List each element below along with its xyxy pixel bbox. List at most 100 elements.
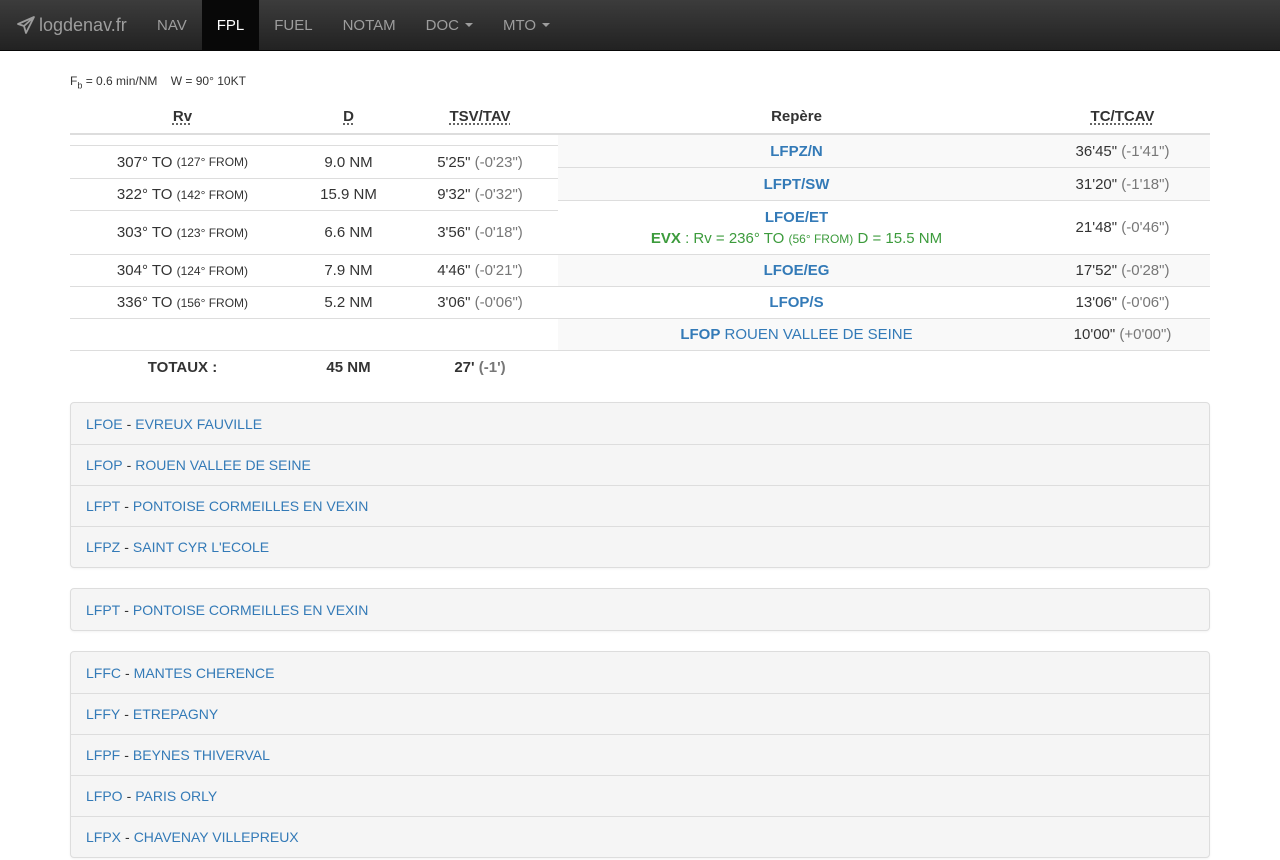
airport-item[interactable]: LFPO - PARIS ORLY xyxy=(71,775,1209,816)
nav-tab-label: FUEL xyxy=(274,16,313,34)
airport-name-link[interactable]: MANTES CHERENCE xyxy=(134,665,275,681)
vor-radial: : Rv = 236° TO xyxy=(680,229,789,247)
nav-tab-fuel[interactable]: FUEL xyxy=(259,0,327,50)
airport-name-link[interactable]: ROUEN VALLEE DE SEINE xyxy=(135,457,311,473)
nav-tab-label: FPL xyxy=(216,16,245,34)
legs-table-header: Rv D TSV/TAV xyxy=(70,100,558,135)
leg-row: 303° TO (123° FROM) 6.6 NM 3'56" (-0'18"… xyxy=(70,210,558,254)
waypoint-cell: LFPZ/N xyxy=(558,135,1035,167)
airport-item[interactable]: LFOP - ROUEN VALLEE DE SEINE xyxy=(71,444,1209,485)
waypoint-row: LFPT/SW 31'20" (-1'18") xyxy=(558,167,1210,200)
nav-tab-fpl[interactable]: FPL xyxy=(201,0,260,50)
waypoint-row: LFOE/EG 17'52" (-0'28") xyxy=(558,254,1210,286)
waypoints-table-header: Repère TC/TCAV xyxy=(558,100,1210,135)
nav-tab-label: DOC xyxy=(425,16,459,34)
vor-info: EVX : Rv = 236° TO (56° FROM) D = 15.5 N… xyxy=(651,230,942,247)
airport-name-link[interactable]: SAINT CYR L'ECOLE xyxy=(133,539,269,555)
nav-dropdown-mto[interactable]: MTO xyxy=(488,0,565,50)
airport-code-link[interactable]: LFOE xyxy=(86,416,123,432)
airport-code-link[interactable]: LFPT xyxy=(86,602,120,618)
airport-code-link[interactable]: LFFY xyxy=(86,706,120,722)
vor-id: EVX xyxy=(650,229,681,247)
tcav-value: (-1'41") xyxy=(1121,142,1170,160)
waypoint-row: LFPZ/N 36'45" (-1'41") xyxy=(558,134,1210,167)
nav-tab-notam[interactable]: NOTAM xyxy=(328,0,411,50)
rv-value: 303° TO xyxy=(116,224,173,241)
waypoint-link[interactable]: LFPZ/N xyxy=(770,143,823,160)
leg-distance: 6.6 NM xyxy=(324,224,373,241)
airport-item[interactable]: LFFC - MANTES CHERENCE xyxy=(71,652,1209,693)
leg-row-empty xyxy=(70,318,558,350)
airport-name-link[interactable]: PARIS ORLY xyxy=(135,788,217,804)
separator: - xyxy=(126,788,132,804)
separator: - xyxy=(124,706,129,722)
tc-value: 21'48" xyxy=(1075,219,1118,236)
tsv-value: 4'46" xyxy=(437,262,471,279)
airport-code-link[interactable]: LFPZ xyxy=(86,539,120,555)
brand-label: logdenav.fr xyxy=(39,14,127,35)
waypoint-link[interactable]: LFOE/ET xyxy=(765,209,828,226)
airport-code-link[interactable]: LFPX xyxy=(86,829,121,845)
totals-tsv: 27' xyxy=(454,359,475,376)
airport-code-link[interactable]: LFPO xyxy=(86,788,123,804)
totals-time: 27' (-1') xyxy=(402,351,558,384)
rv-value: 336° TO xyxy=(116,294,173,311)
airport-item[interactable]: LFPT - PONTOISE CORMEILLES EN VEXIN xyxy=(71,589,1209,630)
table-divider xyxy=(558,350,1210,351)
airport-name-link[interactable]: PONTOISE CORMEILLES EN VEXIN xyxy=(133,498,368,514)
waypoint-row-arrival: LFOP ROUEN VALLEE DE SEINE 10'00" (+0'00… xyxy=(558,318,1210,350)
airport-code-link[interactable]: LFPF xyxy=(86,747,120,763)
tc-value: 13'06" xyxy=(1075,294,1118,311)
waypoint-time: 36'45" (-1'41") xyxy=(1035,135,1210,167)
tc-value: 10'00" xyxy=(1073,326,1116,343)
separator: - xyxy=(126,415,132,432)
waypoint-row: LFOP/S 13'06" (-0'06") xyxy=(558,286,1210,318)
waypoint-name-link[interactable]: ROUEN VALLEE DE SEINE xyxy=(725,326,913,343)
tav-value: (-0'21") xyxy=(474,262,523,279)
rv-from: (142° FROM) xyxy=(176,187,249,202)
airport-code-link[interactable]: LFFC xyxy=(86,665,121,681)
airport-item[interactable]: LFPZ - SAINT CYR L'ECOLE xyxy=(71,526,1209,567)
waypoint-link[interactable]: LFOP xyxy=(680,326,720,343)
waypoint-row: LFOE/ET EVX : Rv = 236° TO (56° FROM) D … xyxy=(558,200,1210,254)
tc-value: 17'52" xyxy=(1075,262,1118,279)
airport-name-link[interactable]: ETREPAGNY xyxy=(133,706,218,722)
leg-row: 307° TO (127° FROM) 9.0 NM 5'25" (-0'23"… xyxy=(70,145,558,178)
airport-item[interactable]: LFPT - PONTOISE CORMEILLES EN VEXIN xyxy=(71,485,1209,526)
totals-label: TOTAUX : xyxy=(147,359,218,376)
tcav-value: (-0'28") xyxy=(1121,262,1170,279)
waypoint-time: 17'52" (-0'28") xyxy=(1035,255,1210,286)
airport-code-link[interactable]: LFPT xyxy=(86,498,120,514)
waypoint-cell: LFPT/SW xyxy=(558,168,1035,200)
nav-tab-label: MTO xyxy=(503,16,537,34)
airport-name-link[interactable]: EVREUX FAUVILLE xyxy=(135,416,262,432)
wind-param: W = 90° 10KT xyxy=(170,74,246,88)
airport-item[interactable]: LFFY - ETREPAGNY xyxy=(71,693,1209,734)
waypoint-cell: LFOP/S xyxy=(558,287,1035,318)
fuel-burn-param: Fb = 0.6 min/NM xyxy=(70,74,157,90)
airport-item[interactable]: LFPF - BEYNES THIVERVAL xyxy=(71,734,1209,775)
airport-name-link[interactable]: PONTOISE CORMEILLES EN VEXIN xyxy=(133,602,368,618)
airport-item[interactable]: LFOE - EVREUX FAUVILLE xyxy=(71,403,1209,444)
waypoint-link[interactable]: LFPT/SW xyxy=(764,176,830,193)
leg-distance: 5.2 NM xyxy=(324,294,373,311)
separator: - xyxy=(124,747,129,763)
vor-from: (56° FROM) xyxy=(788,231,854,246)
leg-distance: 9.0 NM xyxy=(324,153,373,171)
waypoint-link[interactable]: LFOP/S xyxy=(769,294,823,311)
leg-rv: 336° TO (156° FROM) xyxy=(70,287,295,318)
airport-code-link[interactable]: LFOP xyxy=(86,457,123,473)
nav-dropdown-doc[interactable]: DOC xyxy=(411,0,488,50)
waypoint-link[interactable]: LFOE/EG xyxy=(764,262,830,279)
rv-from: (124° FROM) xyxy=(176,263,249,278)
leg-rv: 307° TO (127° FROM) xyxy=(70,146,295,178)
nav-tab-nav[interactable]: NAV xyxy=(142,0,202,50)
tsv-value: 9'32" xyxy=(437,186,471,203)
brand-link[interactable]: logdenav.fr xyxy=(0,0,142,50)
airport-name-link[interactable]: BEYNES THIVERVAL xyxy=(133,747,270,763)
header-tsv-tav: TSV/TAV xyxy=(449,108,511,125)
airport-item[interactable]: LFPX - CHAVENAY VILLEPREUX xyxy=(71,816,1209,857)
airport-name-link[interactable]: CHAVENAY VILLEPREUX xyxy=(134,829,299,845)
totals-row: TOTAUX : 45 NM 27' (-1') xyxy=(70,350,558,384)
waypoint-cell: LFOE/ET EVX : Rv = 236° TO (56° FROM) D … xyxy=(558,201,1035,254)
